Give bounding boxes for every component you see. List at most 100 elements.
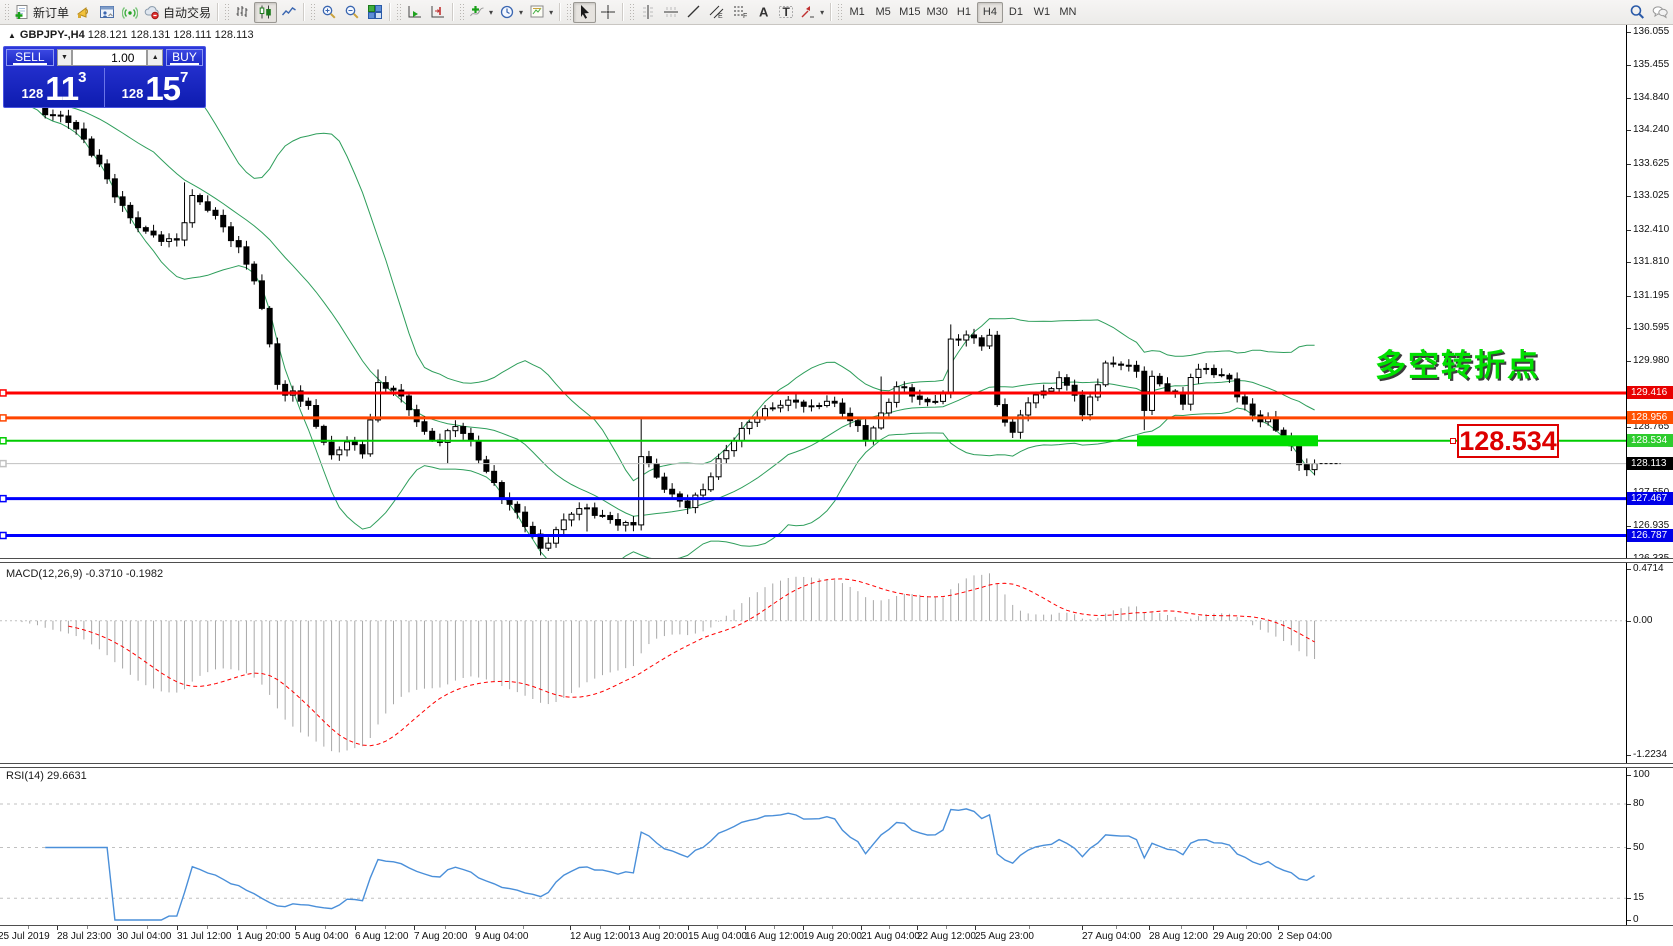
chart-canvas[interactable] bbox=[0, 0, 1673, 946]
current-price-badge: 128.113 bbox=[1627, 457, 1673, 470]
level-price-badge: 129.416 bbox=[1627, 386, 1673, 399]
macd-signal-line bbox=[68, 579, 1314, 746]
volume-increase-button[interactable]: ▲ bbox=[147, 49, 163, 66]
autotrade-button[interactable]: 自动交易 bbox=[141, 2, 214, 23]
search-button[interactable] bbox=[1625, 2, 1648, 23]
new-order-button[interactable]: 新订单 bbox=[11, 2, 72, 23]
rsi-pane bbox=[0, 804, 1626, 920]
sell-price[interactable]: 128 11 3 bbox=[4, 68, 105, 107]
sell-button[interactable]: SELL bbox=[6, 49, 54, 66]
time-label: 30 Jul 04:00 bbox=[117, 931, 172, 942]
time-label: 19 Aug 20:00 bbox=[803, 931, 862, 942]
candle-chart-button[interactable] bbox=[254, 2, 277, 23]
buy-price-base: 128 bbox=[122, 84, 144, 104]
tile-windows-button[interactable] bbox=[363, 2, 386, 23]
level-price-badge: 127.467 bbox=[1627, 492, 1673, 505]
toolbar-separator bbox=[559, 3, 561, 21]
vline-button[interactable] bbox=[636, 2, 659, 23]
toolbar-separator bbox=[389, 3, 391, 21]
tf-d1-button[interactable]: D1 bbox=[1003, 2, 1029, 23]
toolbar-grip bbox=[4, 3, 9, 21]
tf-mn-button-label: MN bbox=[1059, 6, 1076, 18]
turning-point-annotation[interactable]: 多空转折点 bbox=[1375, 340, 1540, 385]
price-label-box[interactable]: 128.534 bbox=[1457, 424, 1559, 458]
hline-handle[interactable] bbox=[0, 461, 6, 467]
templates-button[interactable]: ▾ bbox=[526, 2, 556, 23]
crosshair-button[interactable] bbox=[596, 2, 619, 23]
channel-button[interactable]: E bbox=[705, 2, 728, 23]
text-button[interactable]: A bbox=[751, 2, 774, 23]
periods-button[interactable]: ▾ bbox=[496, 2, 526, 23]
macd-pane-separator[interactable] bbox=[0, 558, 1673, 563]
chat-button[interactable] bbox=[1648, 2, 1671, 23]
alert-button[interactable] bbox=[72, 2, 95, 23]
macd-scale-tick: 0.00 bbox=[1633, 615, 1652, 626]
time-label: 7 Aug 20:00 bbox=[414, 931, 467, 942]
trendline-button[interactable] bbox=[682, 2, 705, 23]
buy-button[interactable]: BUY bbox=[166, 49, 203, 66]
toolbar-separator bbox=[830, 3, 832, 21]
one-click-trading-panel: SELL ▼ 1.00 ▲ BUY 128 11 3 128 15 7 bbox=[3, 46, 206, 108]
dropdown-caret-icon: ▾ bbox=[519, 8, 523, 17]
time-axis[interactable]: 25 Jul 201928 Jul 23:0030 Jul 04:0031 Ju… bbox=[0, 926, 1673, 946]
label-button[interactable]: T bbox=[774, 2, 797, 23]
arrows-icon bbox=[800, 4, 816, 20]
price-tick: 134.240 bbox=[1633, 124, 1669, 135]
macd-pane bbox=[0, 573, 1626, 752]
tf-mn-button[interactable]: MN bbox=[1055, 2, 1081, 23]
volume-input[interactable]: 1.00 bbox=[72, 49, 147, 66]
highlight-zone[interactable] bbox=[1137, 435, 1318, 446]
trendline-icon bbox=[686, 4, 702, 20]
fibo-button[interactable]: F bbox=[728, 2, 751, 23]
tf-m5-button[interactable]: M5 bbox=[870, 2, 896, 23]
dropdown-caret-icon: ▾ bbox=[489, 8, 493, 17]
bar-chart-button[interactable] bbox=[231, 2, 254, 23]
tf-m30-button[interactable]: M30 bbox=[924, 2, 951, 23]
volume-decrease-button[interactable]: ▼ bbox=[57, 49, 73, 66]
price-scale[interactable]: 136.055135.455134.840134.240133.625133.0… bbox=[1626, 25, 1673, 925]
toolbar-grip bbox=[396, 3, 401, 21]
hline-handle[interactable] bbox=[0, 496, 6, 502]
hline-handle[interactable] bbox=[0, 438, 6, 444]
candle-chart-icon bbox=[258, 4, 274, 20]
auto-scroll-button[interactable] bbox=[403, 2, 426, 23]
hline-button[interactable] bbox=[659, 2, 682, 23]
hline-handle[interactable] bbox=[0, 390, 6, 396]
signals-button[interactable] bbox=[118, 2, 141, 23]
buy-price-sup: 7 bbox=[180, 72, 188, 84]
price-box-anchor[interactable] bbox=[1450, 438, 1456, 444]
tf-h1-button[interactable]: H1 bbox=[951, 2, 977, 23]
tf-m15-button[interactable]: M15 bbox=[896, 2, 923, 23]
svg-text:E: E bbox=[718, 13, 723, 20]
indicators-button[interactable]: ▾ bbox=[466, 2, 496, 23]
tf-h1-button-label: H1 bbox=[957, 6, 971, 18]
rsi-scale-tick: 50 bbox=[1633, 842, 1644, 853]
hline-icon bbox=[663, 4, 679, 20]
price-tick: 136.055 bbox=[1633, 26, 1669, 37]
cursor-button[interactable] bbox=[573, 2, 596, 23]
time-label: 22 Aug 12:00 bbox=[917, 931, 976, 942]
svg-text:T: T bbox=[782, 5, 790, 19]
zoom-in-button[interactable] bbox=[317, 2, 340, 23]
price-tick: 133.625 bbox=[1633, 158, 1669, 169]
signals-icon bbox=[122, 4, 138, 20]
chart-shift-button[interactable] bbox=[426, 2, 449, 23]
hline-handle[interactable] bbox=[0, 415, 6, 421]
megaphone-icon bbox=[76, 4, 92, 20]
buy-price[interactable]: 128 15 7 bbox=[105, 68, 205, 107]
toolbar-grip bbox=[459, 3, 464, 21]
hline-handle[interactable] bbox=[0, 532, 6, 538]
tf-m1-button[interactable]: M1 bbox=[844, 2, 870, 23]
tf-w1-button[interactable]: W1 bbox=[1029, 2, 1055, 23]
vline-icon bbox=[640, 4, 656, 20]
zoom-out-button[interactable] bbox=[340, 2, 363, 23]
collapse-arrow-icon[interactable]: ▲ bbox=[8, 31, 16, 40]
cursor-icon bbox=[577, 4, 593, 20]
line-chart-button[interactable] bbox=[277, 2, 300, 23]
time-label: 6 Aug 12:00 bbox=[355, 931, 408, 942]
tf-h4-button[interactable]: H4 bbox=[977, 2, 1003, 23]
buy-price-big: 15 bbox=[145, 74, 180, 104]
rsi-pane-separator[interactable] bbox=[0, 763, 1673, 768]
arrows-button[interactable]: ▾ bbox=[797, 2, 827, 23]
market-window-button[interactable] bbox=[95, 2, 118, 23]
